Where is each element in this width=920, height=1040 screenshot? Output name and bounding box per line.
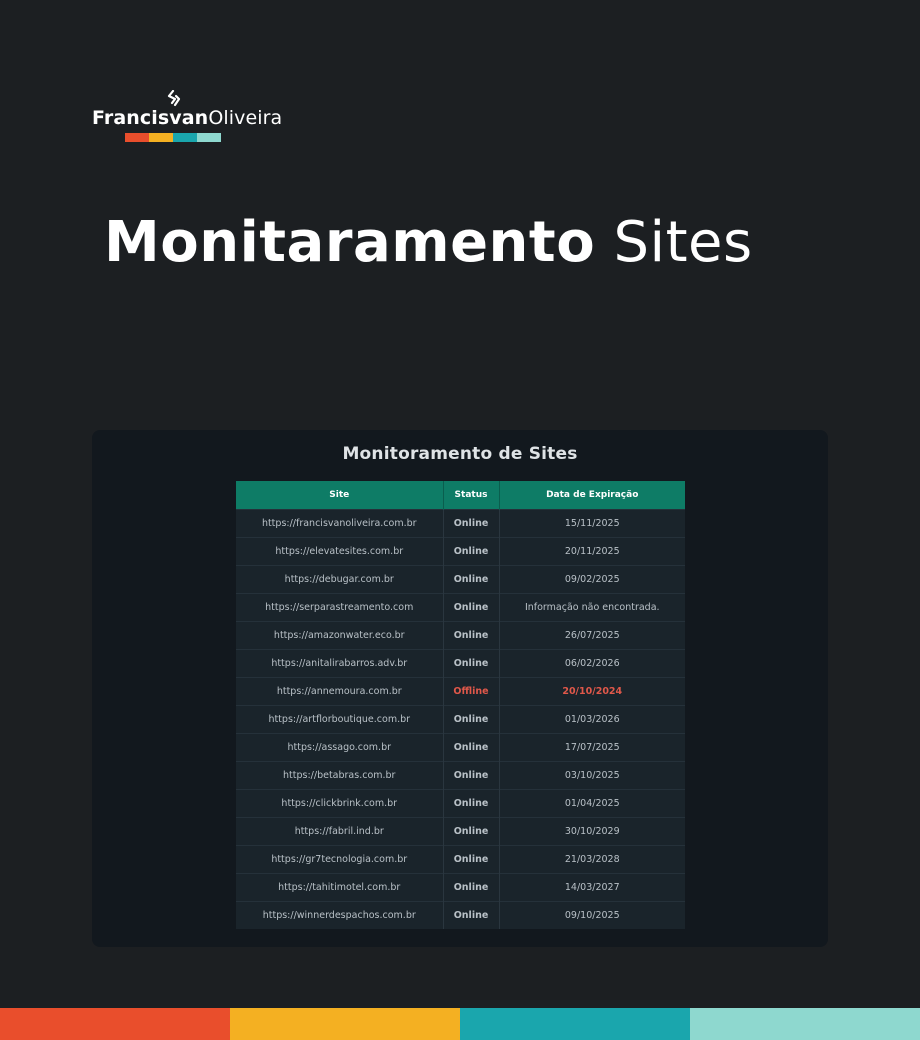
- column-header-site: Site: [236, 481, 444, 510]
- site-cell: https://fabril.ind.br: [236, 817, 444, 846]
- brand-first-name: Francisvan: [92, 107, 209, 129]
- table-row: https://assago.com.br Online 17/07/2025: [236, 733, 685, 762]
- table-row: https://francisvanoliveira.com.br Online 1…: [236, 509, 685, 538]
- footer-swatch: [0, 1008, 230, 1040]
- table-row: https://artflorboutique.com.br Online 01/0…: [236, 705, 685, 734]
- expiration-cell: 01/04/2025: [499, 789, 685, 818]
- table-row: https://amazonwater.eco.br Online 26/07/20…: [236, 621, 685, 650]
- table-row: https://anitalirabarros.adv.br Online 06/0…: [236, 649, 685, 678]
- site-cell: https://annemoura.com.br: [236, 677, 444, 706]
- column-header-expiration: Data de Expiração: [499, 481, 685, 510]
- expiration-cell: 09/02/2025: [499, 565, 685, 594]
- status-cell: Online: [443, 873, 500, 902]
- brand-swatch: [197, 133, 221, 142]
- headline-bold: Monitaramento: [104, 210, 596, 275]
- footer-swatch: [230, 1008, 460, 1040]
- table-header-row: Site Status Data de Expiração: [236, 481, 685, 510]
- expiration-cell: 20/10/2024: [499, 677, 685, 706]
- status-cell: Online: [443, 649, 500, 678]
- brand-name: FrancisvanOliveira: [92, 107, 282, 129]
- site-cell: https://elevatesites.com.br: [236, 537, 444, 566]
- table-row: https://fabril.ind.br Online 30/10/2029: [236, 817, 685, 846]
- expiration-cell: 06/02/2026: [499, 649, 685, 678]
- expiration-cell: Informação não encontrada.: [499, 593, 685, 622]
- sites-table: Site Status Data de Expiração https://fr…: [236, 481, 685, 929]
- site-cell: https://artflorboutique.com.br: [236, 705, 444, 734]
- site-cell: https://assago.com.br: [236, 733, 444, 762]
- table-row: https://betabras.com.br Online 03/10/2025: [236, 761, 685, 790]
- footer-color-bar: [0, 1008, 920, 1040]
- status-cell: Online: [443, 621, 500, 650]
- expiration-cell: 30/10/2029: [499, 817, 685, 846]
- site-cell: https://francisvanoliveira.com.br: [236, 509, 444, 538]
- status-cell: Online: [443, 593, 500, 622]
- table-row: https://serparastreamento.com Online Infor…: [236, 593, 685, 622]
- footer-swatch: [460, 1008, 690, 1040]
- status-cell: Online: [443, 537, 500, 566]
- expiration-cell: 15/11/2025: [499, 509, 685, 538]
- site-cell: https://betabras.com.br: [236, 761, 444, 790]
- expiration-cell: 14/03/2027: [499, 873, 685, 902]
- status-cell: Online: [443, 509, 500, 538]
- monitor-panel: Monitoramento de Sites Site Status Data …: [92, 430, 828, 947]
- status-cell: Online: [443, 901, 500, 929]
- expiration-cell: 21/03/2028: [499, 845, 685, 874]
- site-cell: https://debugar.com.br: [236, 565, 444, 594]
- status-cell: Online: [443, 789, 500, 818]
- status-cell: Offline: [443, 677, 500, 706]
- table-row: https://debugar.com.br Online 09/02/2025: [236, 565, 685, 594]
- expiration-cell: 17/07/2025: [499, 733, 685, 762]
- status-cell: Online: [443, 817, 500, 846]
- headline-light: Sites: [613, 210, 753, 275]
- brand-swatch: [173, 133, 197, 142]
- site-cell: https://winnerdespachos.com.br: [236, 901, 444, 929]
- expiration-cell: 20/11/2025: [499, 537, 685, 566]
- site-cell: https://tahitimotel.com.br: [236, 873, 444, 902]
- column-header-status: Status: [443, 481, 500, 510]
- monitor-title: Monitoramento de Sites: [342, 444, 578, 464]
- brand-swatch: [149, 133, 173, 142]
- site-cell: https://clickbrink.com.br: [236, 789, 444, 818]
- logo-mark-icon: [167, 90, 181, 107]
- site-cell: https://anitalirabarros.adv.br: [236, 649, 444, 678]
- expiration-cell: 01/03/2026: [499, 705, 685, 734]
- page-headline: Monitaramento Sites: [104, 210, 753, 275]
- expiration-cell: 09/10/2025: [499, 901, 685, 929]
- status-cell: Online: [443, 565, 500, 594]
- table-row: https://annemoura.com.br Offline 20/10/202…: [236, 677, 685, 706]
- status-cell: Online: [443, 733, 500, 762]
- site-cell: https://amazonwater.eco.br: [236, 621, 444, 650]
- footer-swatch: [690, 1008, 920, 1040]
- site-cell: https://gr7tecnologia.com.br: [236, 845, 444, 874]
- expiration-cell: 26/07/2025: [499, 621, 685, 650]
- table-row: https://tahitimotel.com.br Online 14/03/20…: [236, 873, 685, 902]
- status-cell: Online: [443, 705, 500, 734]
- brand-last-name: Oliveira: [208, 107, 283, 129]
- brand-color-bar: [125, 133, 221, 142]
- table-row: https://gr7tecnologia.com.br Online 21/03/…: [236, 845, 685, 874]
- expiration-cell: 03/10/2025: [499, 761, 685, 790]
- table-row: https://clickbrink.com.br Online 01/04/202…: [236, 789, 685, 818]
- status-cell: Online: [443, 845, 500, 874]
- table-row: https://winnerdespachos.com.br Online 09/1…: [236, 901, 685, 929]
- status-cell: Online: [443, 761, 500, 790]
- brand-swatch: [125, 133, 149, 142]
- site-cell: https://serparastreamento.com: [236, 593, 444, 622]
- table-row: https://elevatesites.com.br Online 20/11/2…: [236, 537, 685, 566]
